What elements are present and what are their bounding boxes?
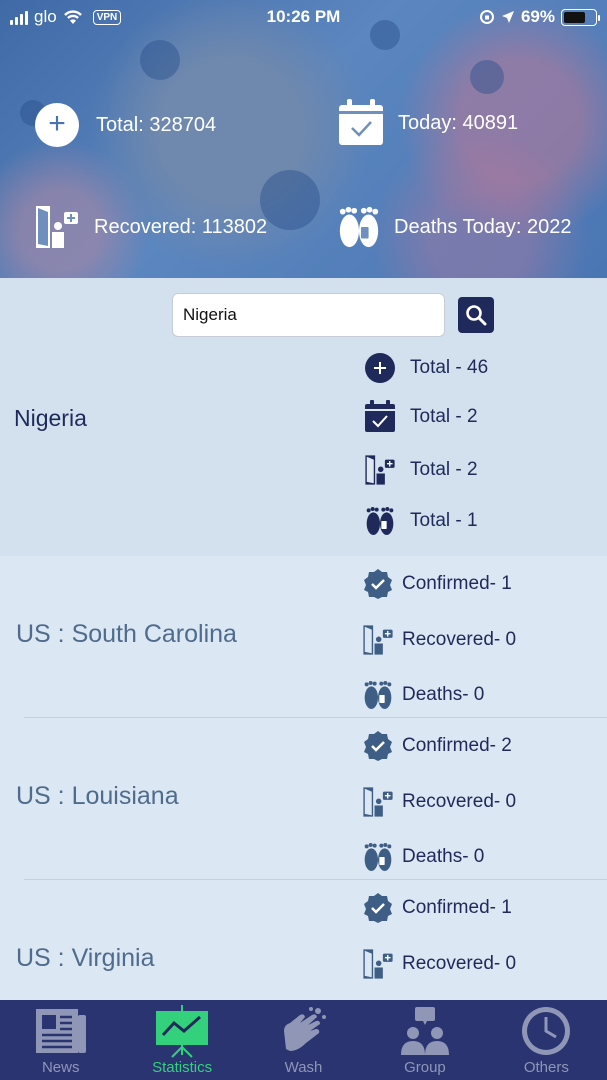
recovered-stat-label: Recovered: 113802 [94, 215, 268, 238]
total-stat: + Total: 328704 [34, 102, 216, 148]
plus-circle-icon [365, 353, 395, 383]
deaths-metric: Deaths- 0 [362, 678, 484, 712]
people-group-icon [400, 1007, 449, 1055]
check-badge-icon [364, 569, 392, 599]
hand-wash-icon [283, 1007, 326, 1051]
country-name: US : Louisiana [16, 782, 179, 810]
door-exit-icon [363, 625, 393, 655]
calendar-check-icon [365, 400, 395, 432]
nigeria-total-cases: Total - 46 [364, 352, 488, 384]
tab-group[interactable]: Group [364, 1000, 485, 1080]
calendar-check-icon [339, 99, 383, 145]
today-stat-label: Today: 40891 [398, 111, 519, 134]
plus-circle-icon: + [35, 103, 79, 147]
presentation-chart-icon [156, 1005, 209, 1058]
nigeria-death-cases: Total - 1 [364, 504, 478, 538]
deaths-today-stat-label: Deaths Today: 2022 [394, 215, 572, 238]
header-banner: glo VPN 10:26 PM 69% + Total: 328704 Tod… [0, 0, 607, 278]
clock-icon [522, 1007, 571, 1055]
feet-tag-icon [364, 681, 392, 709]
today-stat: Today: 40891 [338, 99, 519, 146]
door-exit-icon [365, 455, 395, 485]
search-button[interactable] [458, 297, 494, 333]
country-row-virginia[interactable]: US : Virginia Confirmed- 1 Recovered- 0 [0, 880, 607, 1000]
country-row-south-carolina[interactable]: US : South Carolina Confirmed- 1 Recover… [0, 556, 607, 718]
rotation-lock-icon [479, 10, 494, 24]
deaths-today-stat: Deaths Today: 2022 [336, 204, 572, 250]
country-search-input[interactable] [172, 293, 445, 337]
tab-others[interactable]: Others [486, 1000, 607, 1080]
recovered-metric: Recovered- 0 [362, 786, 516, 818]
feet-tag-icon [364, 843, 392, 871]
battery-percent: 69% [520, 7, 555, 26]
tab-statistics[interactable]: Statistics [121, 1000, 242, 1080]
check-badge-icon [364, 893, 392, 923]
search-icon [466, 305, 487, 326]
total-stat-label: Total: 328704 [96, 113, 217, 136]
country-row-louisiana[interactable]: US : Louisiana Confirmed- 2 Recovered- 0… [0, 718, 607, 880]
recovered-metric: Recovered- 0 [362, 624, 516, 656]
door-exit-icon [363, 787, 393, 817]
country-name: Nigeria [14, 405, 87, 431]
nigeria-today-cases: Total - 2 [364, 400, 478, 434]
feet-tag-icon [366, 507, 394, 535]
search-bar [0, 278, 607, 340]
confirmed-metric: Confirmed- 1 [362, 892, 512, 924]
recovered-stat: Recovered: 113802 [34, 204, 267, 250]
check-badge-icon [364, 731, 392, 761]
door-exit-icon [363, 949, 393, 979]
country-name: US : Virginia [16, 944, 155, 972]
feet-tag-icon [339, 206, 379, 248]
bottom-tab-bar: News Statistics Wash Group Others [0, 1000, 607, 1080]
country-row-nigeria[interactable]: Nigeria Total - 46 Total - 2 Total - 2 T… [0, 340, 607, 556]
door-exit-icon [36, 206, 78, 248]
deaths-metric: Deaths- 0 [362, 840, 484, 874]
location-icon [501, 11, 514, 23]
nigeria-recovered-cases: Total - 2 [364, 454, 478, 486]
battery-icon [561, 8, 600, 26]
status-bar: glo VPN 10:26 PM 69% [0, 0, 607, 34]
newspaper-icon [35, 1009, 86, 1053]
confirmed-metric: Confirmed- 2 [362, 730, 512, 762]
tab-news[interactable]: News [0, 1000, 121, 1080]
tab-wash[interactable]: Wash [243, 1000, 364, 1080]
country-name: US : South Carolina [16, 620, 237, 648]
confirmed-metric: Confirmed- 1 [362, 568, 512, 600]
recovered-metric: Recovered- 0 [362, 948, 516, 980]
